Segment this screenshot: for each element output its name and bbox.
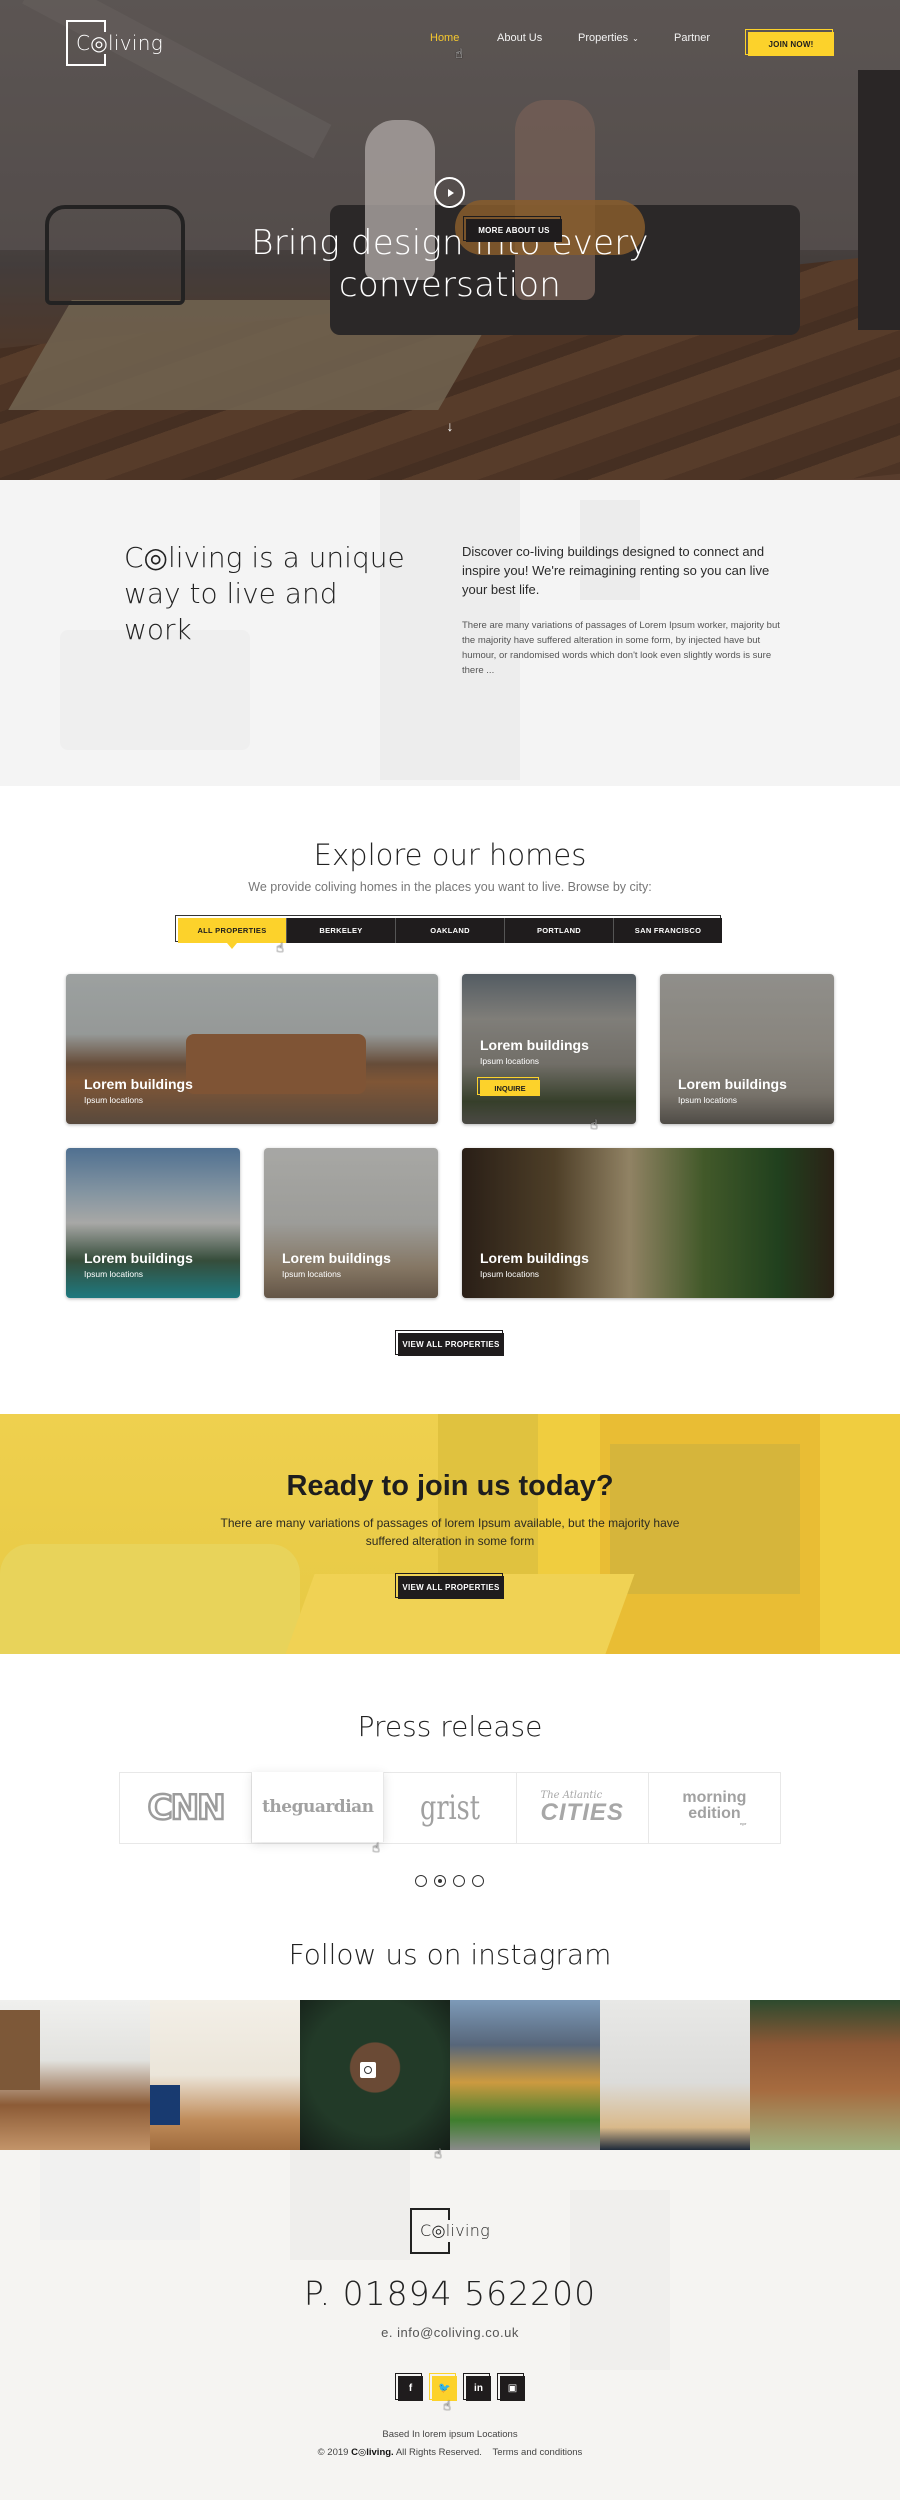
morning-edition-logo-icon: morning edition npr bbox=[682, 1790, 746, 1826]
property-title: Lorem buildings bbox=[84, 1076, 193, 1092]
more-about-us-button[interactable]: MORE ABOUT US bbox=[463, 216, 562, 242]
carousel-dot-active[interactable] bbox=[434, 1875, 446, 1887]
instagram-tile[interactable] bbox=[150, 2000, 300, 2150]
press-logo-atlantic-cities[interactable]: The Atlantic CITIES bbox=[517, 1773, 649, 1843]
nav-home[interactable]: Home bbox=[430, 32, 459, 44]
explore-title: Explore our homes bbox=[313, 838, 587, 872]
press-logo-guardian[interactable]: theguardian bbox=[252, 1772, 385, 1842]
join-now-button[interactable]: JOIN NOW! bbox=[745, 29, 834, 56]
property-location: Ipsum locations bbox=[678, 1095, 738, 1105]
explore-subtitle: We provide coliving homes in the places … bbox=[248, 880, 652, 894]
property-card[interactable]: Lorem buildings Ipsum locations bbox=[264, 1148, 438, 1298]
instagram-icon[interactable]: ▣ bbox=[497, 2373, 525, 2401]
instagram-tile[interactable] bbox=[750, 2000, 900, 2150]
property-card[interactable]: Lorem buildings Ipsum locations bbox=[660, 974, 834, 1124]
property-card[interactable]: Lorem buildings Ipsum locations bbox=[66, 1148, 240, 1298]
instagram-tile[interactable] bbox=[0, 2000, 150, 2150]
cta-text: There are many variations of passages of… bbox=[220, 1516, 680, 1548]
tab-berkeley[interactable]: BERKELEY bbox=[286, 918, 395, 943]
cta-view-all-properties-button[interactable]: VIEW ALL PROPERTIES bbox=[395, 1573, 504, 1599]
footer-email[interactable]: e. info@coliving.co.uk bbox=[0, 2325, 900, 2340]
footer-bg-shape bbox=[290, 2150, 410, 2260]
about-body: There are many variations of passages of… bbox=[462, 620, 780, 676]
property-title: Lorem buildings bbox=[282, 1250, 391, 1266]
footer-phone[interactable]: P. 01894 562200 bbox=[0, 2274, 900, 2313]
property-card[interactable]: Lorem buildings Ipsum locations bbox=[462, 1148, 834, 1298]
property-card[interactable]: Lorem buildings Ipsum locations INQUIRE bbox=[462, 974, 636, 1124]
footer-copyright: © 2019 C◎living. All Rights Reserved. Te… bbox=[0, 2447, 900, 2458]
view-all-properties-button[interactable]: VIEW ALL PROPERTIES bbox=[395, 1330, 504, 1356]
play-circle-icon[interactable] bbox=[434, 177, 465, 208]
footer-bg-shape bbox=[40, 2150, 200, 2240]
property-card[interactable]: Lorem buildings Ipsum locations bbox=[66, 974, 438, 1124]
about-lead: Discover co-living buildings designed to… bbox=[462, 544, 770, 597]
property-title: Lorem buildings bbox=[84, 1250, 193, 1266]
property-location: Ipsum locations bbox=[84, 1095, 144, 1105]
carousel-pagination bbox=[415, 1875, 484, 1887]
press-logos-carousel: CNN theguardian grist The Atlantic CITIE… bbox=[119, 1772, 781, 1844]
press-logo-grist[interactable]: grist bbox=[384, 1773, 517, 1843]
header-logo[interactable]: C◎living bbox=[66, 20, 176, 66]
city-tabs: ALL PROPERTIES BERKELEY OAKLAND PORTLAND… bbox=[175, 915, 722, 949]
property-location: Ipsum locations bbox=[480, 1269, 540, 1279]
press-logo-morning-edition[interactable]: morning edition npr bbox=[649, 1773, 780, 1843]
press-logo-cnn[interactable]: CNN bbox=[120, 1773, 253, 1843]
atlantic-cities-logo-icon: The Atlantic CITIES bbox=[541, 1791, 624, 1825]
cnn-logo-icon: CNN bbox=[146, 1787, 226, 1830]
instagram-icon bbox=[360, 2062, 376, 2078]
footer-location: Based In lorem ipsum Locations bbox=[382, 2429, 518, 2440]
chevron-down-icon: ⌄ bbox=[632, 34, 639, 43]
nav-about-us[interactable]: About Us bbox=[497, 32, 542, 44]
morning-line3: npr bbox=[739, 1821, 747, 1826]
copyright-year: © 2019 bbox=[317, 2447, 349, 2458]
inquire-button[interactable]: INQUIRE bbox=[477, 1077, 540, 1096]
terms-link[interactable]: Terms and conditions bbox=[493, 2447, 583, 2458]
twitter-icon[interactable]: 🐦 bbox=[429, 2373, 457, 2401]
guardian-logo-icon: theguardian bbox=[262, 1797, 374, 1817]
carousel-dot[interactable] bbox=[472, 1875, 484, 1887]
property-location: Ipsum locations bbox=[282, 1269, 342, 1279]
tab-san-francisco[interactable]: SAN FRANCISCO bbox=[613, 918, 722, 943]
about-bg-sofa bbox=[60, 630, 250, 750]
tab-all-properties[interactable]: ALL PROPERTIES bbox=[178, 918, 286, 949]
instagram-feed bbox=[0, 2000, 900, 2150]
copyright-brand: C◎living. bbox=[351, 2447, 394, 2458]
logo-text: C◎living bbox=[420, 2221, 491, 2240]
press-title: Press release bbox=[357, 1710, 543, 1743]
morning-line2: edition bbox=[688, 1805, 741, 1822]
tab-portland[interactable]: PORTLAND bbox=[504, 918, 613, 943]
cta-title: Ready to join us today? bbox=[286, 1470, 614, 1502]
property-title: Lorem buildings bbox=[480, 1037, 589, 1053]
social-links: f 🐦 in ▣ bbox=[395, 2373, 525, 2401]
carousel-dot[interactable] bbox=[415, 1875, 427, 1887]
linkedin-icon[interactable]: in bbox=[463, 2373, 491, 2401]
instagram-tile[interactable] bbox=[600, 2000, 750, 2150]
property-title: Lorem buildings bbox=[480, 1250, 589, 1266]
instagram-tile[interactable] bbox=[450, 2000, 600, 2150]
property-title: Lorem buildings bbox=[678, 1076, 787, 1092]
nav-partner[interactable]: Partner bbox=[674, 32, 710, 44]
property-location: Ipsum locations bbox=[480, 1056, 540, 1066]
instagram-tile[interactable] bbox=[300, 2000, 450, 2150]
instagram-title: Follow us on instagram bbox=[288, 1938, 612, 1971]
property-location: Ipsum locations bbox=[84, 1269, 144, 1279]
copyright-text: All Rights Reserved. bbox=[395, 2447, 482, 2458]
facebook-icon[interactable]: f bbox=[395, 2373, 423, 2401]
tab-oakland[interactable]: OAKLAND bbox=[395, 918, 504, 943]
logo-text: C◎living bbox=[76, 31, 163, 55]
morning-line1: morning bbox=[682, 1789, 747, 1806]
footer-logo[interactable]: C◎living bbox=[410, 2208, 520, 2254]
carousel-dot[interactable] bbox=[453, 1875, 465, 1887]
grist-logo-icon: grist bbox=[420, 1788, 481, 1828]
about-section: C◎living is a unique way to live and wor… bbox=[0, 480, 900, 786]
hero-title: Bring design into every conversation bbox=[251, 223, 649, 305]
cta-section: Ready to join us today? There are many v… bbox=[0, 1414, 900, 1654]
atlantic-line2: CITIES bbox=[540, 1799, 624, 1826]
arrow-down-icon[interactable]: ↓ bbox=[443, 418, 457, 434]
nav-properties-label: Properties bbox=[578, 32, 629, 44]
about-title: C◎living is a unique way to live and wor… bbox=[124, 541, 405, 646]
cta-bg-sofa bbox=[0, 1544, 300, 1654]
nav-properties[interactable]: Properties ⌄ bbox=[578, 32, 639, 44]
